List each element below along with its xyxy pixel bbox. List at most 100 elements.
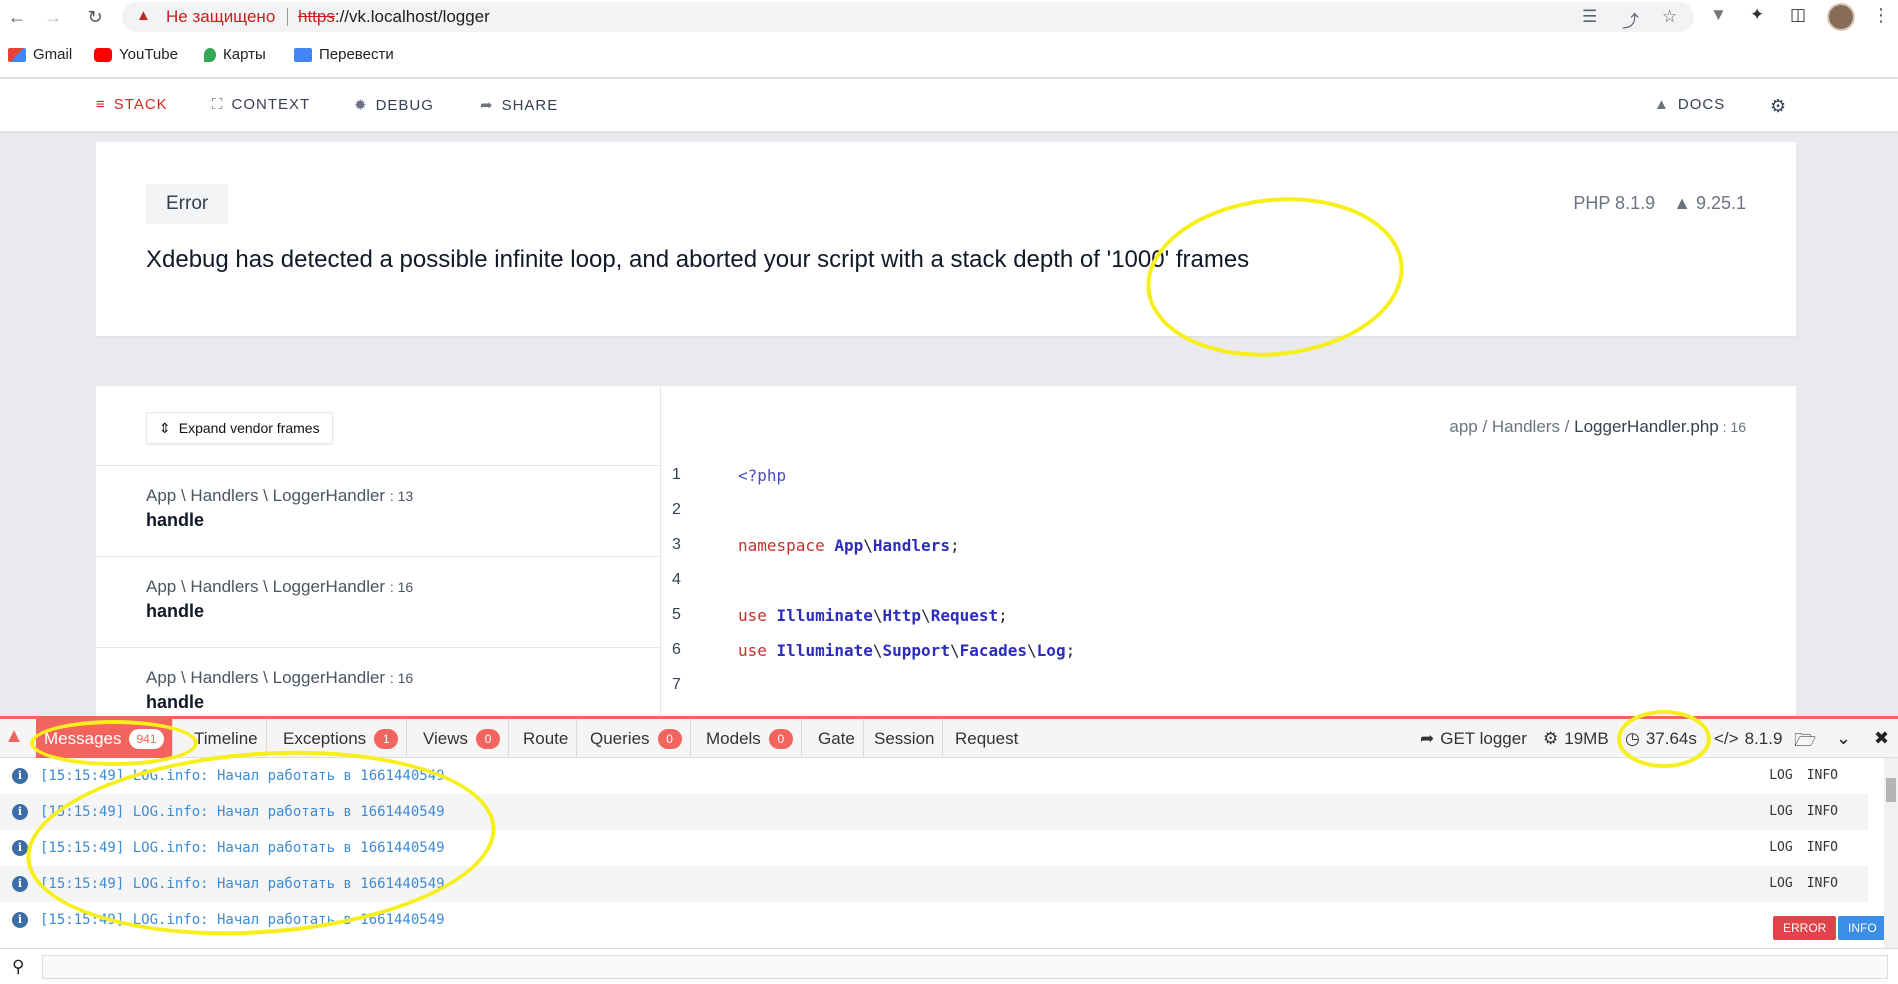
back-icon[interactable]: ← bbox=[6, 6, 28, 28]
info-icon: i bbox=[12, 768, 28, 784]
code-line: 5 use Illuminate\Http\Request; bbox=[672, 606, 1008, 625]
tab-context[interactable]: ⛶ CONTEXT bbox=[212, 96, 310, 113]
views-count-badge: 0 bbox=[476, 728, 501, 749]
reply-arrow-icon: ➦ bbox=[1420, 729, 1435, 748]
bookmarks-bar: Gmail YouTube Карты Перевести bbox=[0, 34, 1898, 78]
filter-error-button[interactable]: ERROR bbox=[1773, 916, 1837, 940]
info-icon: i bbox=[12, 804, 28, 820]
search-icon: ⚲ bbox=[12, 957, 25, 976]
share-icon: ➦ bbox=[480, 97, 494, 114]
error-card: Error Xdebug has detected a possible inf… bbox=[96, 142, 1796, 336]
extension-v-icon[interactable]: ▼ bbox=[1710, 5, 1727, 25]
browser-toolbar: ← → ↻ ▲ Не защищено https://vk.localhost… bbox=[0, 0, 1898, 34]
message-row[interactable]: i [15:15:49] LOG.info: Начал работать в … bbox=[0, 830, 1868, 866]
message-text: [15:15:49] LOG.info: Начал работать в 16… bbox=[40, 876, 445, 892]
exceptions-count-badge: 1 bbox=[374, 728, 399, 749]
reload-icon[interactable]: ↻ bbox=[84, 6, 106, 28]
folder-open-icon[interactable]: 🗁 bbox=[1794, 728, 1816, 758]
info-icon: i bbox=[12, 876, 28, 892]
forward-icon[interactable]: → bbox=[42, 6, 64, 28]
maps-icon bbox=[204, 47, 216, 62]
message-row[interactable]: i [15:15:49] LOG.info: Начал работать в … bbox=[0, 794, 1868, 830]
expand-vendor-frames-button[interactable]: ⇕ Expand vendor frames bbox=[146, 412, 333, 444]
code-line: 1 <?php bbox=[672, 466, 787, 485]
stack-frame[interactable]: App \ Handlers \ LoggerHandler : 16 hand… bbox=[96, 647, 660, 716]
address-bar[interactable]: ▲ Не защищено https://vk.localhost/logge… bbox=[122, 2, 1694, 32]
code-line: 2 bbox=[672, 501, 681, 518]
extensions-puzzle-icon[interactable]: ✦ bbox=[1750, 5, 1764, 25]
settings-gear-icon[interactable]: ⚙ bbox=[1770, 96, 1787, 117]
messages-count-badge: 941 bbox=[129, 728, 164, 749]
tab-share[interactable]: ➦ SHARE bbox=[480, 96, 558, 115]
debugbar-header: ▲ Messages 941 Timeline Exceptions 1 Views… bbox=[0, 716, 1898, 758]
url-text[interactable]: https://vk.localhost/logger bbox=[298, 7, 490, 27]
code-line: 3 namespace App\Handlers; bbox=[672, 536, 960, 555]
tab-route[interactable]: Route bbox=[515, 719, 578, 758]
tab-debug[interactable]: ✹ DEBUG bbox=[354, 96, 434, 115]
code-line: 7 bbox=[672, 676, 681, 693]
message-labels: LOG INFO bbox=[1769, 840, 1838, 855]
bookmark-youtube[interactable]: YouTube bbox=[94, 46, 178, 63]
stack-trace-card: ⇕ Expand vendor frames App \ Handlers \ L… bbox=[96, 386, 1796, 716]
debugbar: ▲ Messages 941 Timeline Exceptions 1 Views… bbox=[0, 716, 1898, 984]
chevron-updown-icon: ⇕ bbox=[159, 420, 171, 436]
bookmark-translate[interactable]: Перевести bbox=[294, 46, 394, 63]
error-message: Xdebug has detected a possible infinite … bbox=[146, 246, 1250, 273]
message-row[interactable]: i [15:15:49] LOG.info: Начал работать в … bbox=[0, 866, 1868, 902]
stack-frame[interactable]: App \ Handlers \ LoggerHandler : 13 hand… bbox=[96, 465, 660, 556]
frame-path: App \ Handlers \ LoggerHandler : 16 bbox=[146, 668, 414, 687]
code-line: 4 bbox=[672, 571, 681, 588]
laravel-logo-icon[interactable]: ▲ bbox=[0, 725, 28, 753]
message-text: [15:15:49] LOG.info: Начал работать в 16… bbox=[40, 804, 445, 820]
close-icon[interactable]: ✖ bbox=[1874, 728, 1889, 749]
profile-avatar[interactable] bbox=[1827, 3, 1855, 31]
message-row[interactable]: i [15:15:49] LOG.info: Начал работать в … bbox=[0, 902, 1868, 938]
tab-models[interactable]: Models 0 bbox=[698, 719, 802, 758]
request-info[interactable]: ➦ GET logger bbox=[1420, 719, 1527, 758]
models-count-badge: 0 bbox=[768, 728, 793, 749]
tab-timeline[interactable]: Timeline bbox=[186, 719, 267, 758]
bookmark-gmail[interactable]: Gmail bbox=[8, 46, 72, 63]
queries-count-badge: 0 bbox=[657, 728, 682, 749]
messages-search-bar: ⚲ bbox=[0, 948, 1898, 984]
frame-function: handle bbox=[146, 510, 205, 530]
file-path[interactable]: app / Handlers / LoggerHandler.php : 16 bbox=[1449, 417, 1746, 437]
tab-queries[interactable]: Queries 0 bbox=[582, 719, 691, 758]
share-page-icon[interactable]: ⤴ bbox=[1622, 7, 1639, 32]
memory-info[interactable]: ⚙ 19MB bbox=[1543, 719, 1609, 758]
tab-views[interactable]: Views 0 bbox=[415, 719, 510, 758]
php-version-info[interactable]: </> 8.1.9 bbox=[1714, 719, 1782, 758]
message-labels: LOG INFO bbox=[1769, 804, 1838, 819]
stack-frame[interactable]: App \ Handlers \ LoggerHandler : 16 hand… bbox=[96, 556, 660, 647]
bookmark-star-icon[interactable]: ☆ bbox=[1662, 7, 1677, 27]
bookmark-maps[interactable]: Карты bbox=[204, 46, 266, 63]
not-secure-label[interactable]: Не защищено bbox=[166, 7, 275, 27]
message-row[interactable]: i [15:15:49] LOG.info: Начал работать в … bbox=[0, 758, 1868, 794]
messages-list: i [15:15:49] LOG.info: Начал работать в … bbox=[0, 758, 1868, 948]
laravel-icon: ▲ bbox=[1673, 193, 1691, 213]
context-icon: ⛶ bbox=[212, 96, 224, 113]
chevron-down-icon[interactable]: ⌄ bbox=[1836, 728, 1851, 749]
tab-messages[interactable]: Messages 941 bbox=[36, 719, 173, 758]
scroll-thumb[interactable] bbox=[1886, 778, 1896, 802]
docs-link[interactable]: ▲ DOCS bbox=[1654, 96, 1725, 113]
messages-search-input[interactable] bbox=[42, 955, 1888, 979]
tab-exceptions[interactable]: Exceptions 1 bbox=[275, 719, 408, 758]
tab-stack[interactable]: ≡ STACK bbox=[96, 96, 168, 113]
message-text: [15:15:49] LOG.info: Начал работать в 16… bbox=[40, 768, 445, 784]
tab-session[interactable]: Session bbox=[866, 719, 944, 758]
cogs-icon: ⚙ bbox=[1543, 729, 1559, 748]
tab-request[interactable]: Request bbox=[947, 719, 1026, 758]
translate-icon[interactable]: ☰ bbox=[1582, 7, 1597, 27]
browser-menu-icon[interactable]: ⋮ bbox=[1872, 5, 1890, 26]
tab-gate[interactable]: Gate bbox=[810, 719, 864, 758]
side-panel-icon[interactable]: ◫ bbox=[1790, 5, 1806, 25]
frame-function: handle bbox=[146, 692, 205, 712]
message-text: [15:15:49] LOG.info: Начал работать в 16… bbox=[40, 912, 445, 928]
time-info[interactable]: ◷ 37.64s bbox=[1625, 719, 1697, 758]
messages-scrollbar[interactable] bbox=[1884, 758, 1898, 948]
clock-icon: ◷ bbox=[1625, 729, 1640, 748]
bug-icon: ✹ bbox=[354, 97, 368, 114]
translate-bookmark-icon bbox=[294, 47, 312, 62]
filter-info-button[interactable]: INFO bbox=[1838, 916, 1887, 940]
